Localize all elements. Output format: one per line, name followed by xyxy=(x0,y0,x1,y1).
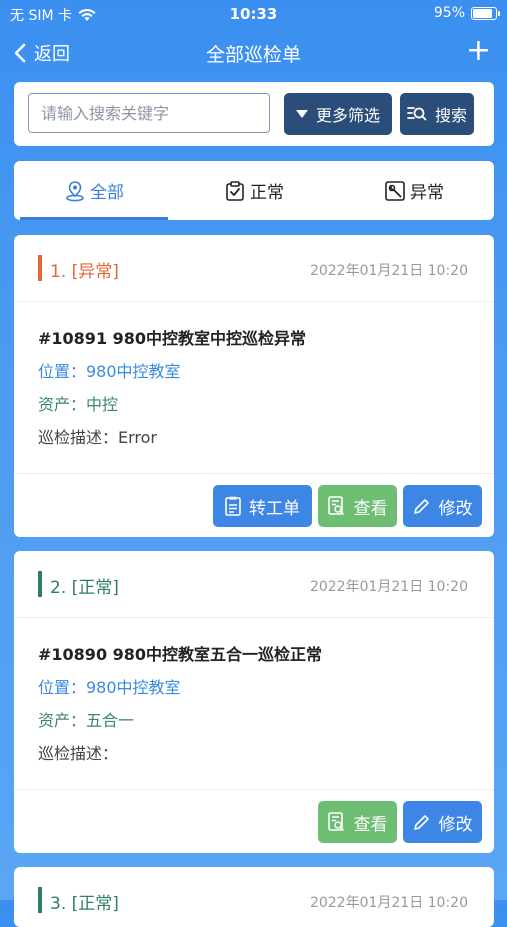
view-button[interactable]: 查看 xyxy=(318,801,397,843)
view-button[interactable]: 查看 xyxy=(318,485,397,527)
status-bar-marker xyxy=(38,255,42,281)
card-actions: 转工单 查看 修改 xyxy=(14,473,494,537)
filter-tabs: 全部 正常 异常 xyxy=(14,161,494,220)
view-doc-icon xyxy=(327,496,346,516)
status-bar: 无 SIM 卡 10:33 95% xyxy=(0,0,507,28)
search-list-icon xyxy=(407,105,427,123)
card-index-status: 1. [异常] xyxy=(50,262,119,282)
tab-all-label: 全部 xyxy=(90,183,124,203)
edit-label: 修改 xyxy=(438,498,473,519)
clock: 10:33 xyxy=(229,5,278,23)
card-actions: 查看 修改 xyxy=(14,789,494,853)
card-header: 1. [异常] 2022年01月21日 10:20 xyxy=(14,235,494,302)
view-label: 查看 xyxy=(353,814,388,835)
view-doc-icon xyxy=(327,812,346,832)
status-bar-marker xyxy=(38,887,42,913)
card-description: 巡检描述：Error xyxy=(38,428,158,447)
tab-abnormal[interactable]: 异常 xyxy=(340,161,488,220)
convert-workorder-label: 转工单 xyxy=(249,498,300,519)
inspection-card[interactable]: 1. [异常] 2022年01月21日 10:20 #10891 980中控教室… xyxy=(14,235,494,537)
wrench-icon xyxy=(384,180,406,202)
location-pin-icon xyxy=(64,180,86,202)
card-date: 2022年01月21日 10:20 xyxy=(309,579,468,595)
tab-abnormal-label: 异常 xyxy=(410,183,444,203)
tab-normal[interactable]: 正常 xyxy=(180,161,328,220)
battery-percent: 95% xyxy=(433,5,465,21)
edit-label: 修改 xyxy=(438,814,473,835)
add-button[interactable]: + xyxy=(466,36,491,66)
card-asset: 资产：中控 xyxy=(38,395,119,414)
convert-workorder-button[interactable]: 转工单 xyxy=(213,485,312,527)
page-title: 全部巡检单 xyxy=(205,44,301,66)
search-label: 搜索 xyxy=(434,106,467,125)
inspection-card[interactable]: 2. [正常] 2022年01月21日 10:20 #10890 980中控教室… xyxy=(14,551,494,853)
card-location: 位置：980中控教室 xyxy=(38,678,181,697)
edit-button[interactable]: 修改 xyxy=(403,801,482,843)
card-index-status: 3. [正常] xyxy=(50,894,119,914)
view-label: 查看 xyxy=(353,498,388,519)
document-icon xyxy=(225,496,241,516)
card-date: 2022年01月21日 10:20 xyxy=(309,263,468,279)
pencil-icon xyxy=(413,813,431,831)
card-description: 巡检描述： xyxy=(38,744,119,763)
card-header: 3. [正常] 2022年01月21日 10:20 xyxy=(14,867,494,927)
status-bar-marker xyxy=(38,571,42,597)
battery-icon xyxy=(471,6,500,20)
card-header: 2. [正常] 2022年01月21日 10:20 xyxy=(14,551,494,618)
search-input[interactable] xyxy=(28,93,270,133)
edit-button[interactable]: 修改 xyxy=(403,485,482,527)
card-index-status: 2. [正常] xyxy=(50,578,119,598)
search-button[interactable]: 搜索 xyxy=(400,93,474,135)
card-title: #10891 980中控教室中控巡检异常 xyxy=(38,329,307,348)
tab-all[interactable]: 全部 xyxy=(20,161,168,220)
pencil-icon xyxy=(413,497,431,515)
more-filter-label: 更多筛选 xyxy=(315,106,380,125)
inspection-card[interactable]: 3. [正常] 2022年01月21日 10:20 xyxy=(14,867,494,927)
card-asset: 资产：五合一 xyxy=(38,711,135,730)
status-right: 95% xyxy=(433,5,500,21)
card-location: 位置：980中控教室 xyxy=(38,362,181,381)
nav-bar: 返回 全部巡检单 + xyxy=(0,28,507,78)
card-title: #10890 980中控教室五合一巡检正常 xyxy=(38,645,323,664)
card-date: 2022年01月21日 10:20 xyxy=(309,895,468,911)
caret-down-icon xyxy=(295,110,308,118)
search-panel: 更多筛选 搜索 xyxy=(14,82,494,146)
tab-normal-label: 正常 xyxy=(250,183,284,203)
more-filter-button[interactable]: 更多筛选 xyxy=(284,93,392,135)
active-tab-indicator xyxy=(20,217,168,220)
clipboard-check-icon xyxy=(224,180,246,202)
